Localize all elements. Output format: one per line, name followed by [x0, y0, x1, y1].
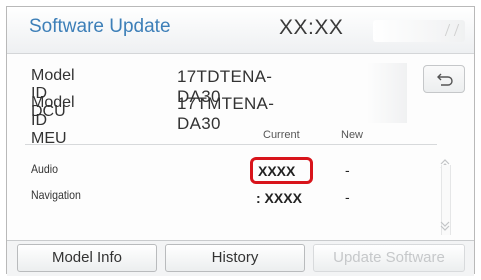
page-title: Software Update — [29, 16, 171, 37]
double-chevron-down-icon — [440, 221, 450, 231]
column-current: Current — [263, 129, 300, 141]
info-backdrop — [367, 63, 407, 123]
row-navigation-label: Navigation — [31, 188, 81, 202]
model-info-button[interactable]: Model Info — [17, 244, 157, 272]
model-id-meu-label: Model ID MEU — [31, 94, 75, 147]
navigation-current-version: : XXXX — [256, 190, 302, 206]
row-audio-label: Audio — [31, 162, 59, 176]
model-id-meu-value: 17TMTENA-DA30 — [177, 94, 275, 133]
header-bar: Software Update XX:XX — [7, 7, 474, 54]
column-new: New — [341, 129, 364, 141]
footer-bar: Model Info History Update Software — [7, 240, 474, 276]
back-button[interactable] — [423, 65, 465, 93]
clock: XX:XX — [279, 16, 344, 39]
history-button[interactable]: History — [165, 244, 305, 272]
table-divider — [25, 144, 437, 145]
scroll-down-button[interactable] — [439, 219, 451, 237]
navigation-new-version: - — [345, 189, 350, 205]
update-software-button: Update Software — [313, 244, 465, 272]
current-version-highlight — [250, 157, 313, 184]
header-status-slot — [373, 20, 465, 42]
status-mark-icon — [444, 24, 460, 36]
back-arrow-icon — [437, 73, 453, 86]
software-update-screen: Software Update XX:XX Model ID DCU 17TDT… — [6, 6, 475, 276]
audio-new-version: - — [345, 162, 350, 178]
